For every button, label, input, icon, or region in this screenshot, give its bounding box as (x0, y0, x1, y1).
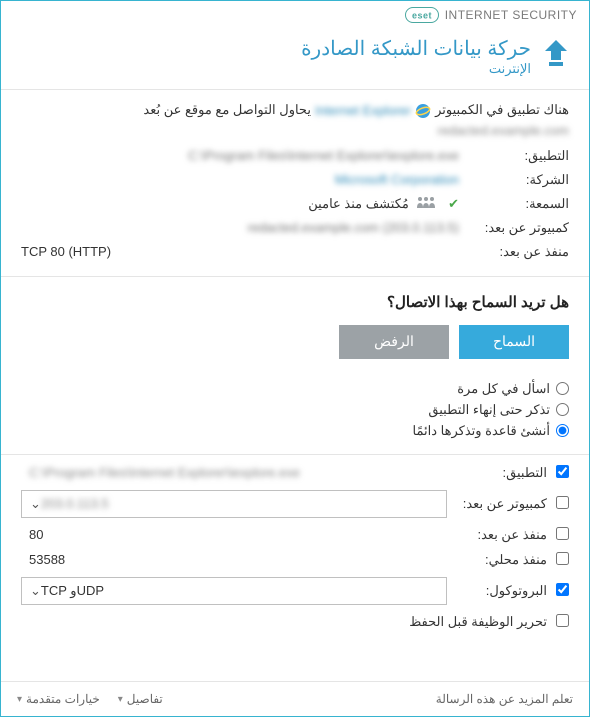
rule-app-value: C:\Program Files\Internet Explorer\iexpl… (21, 465, 447, 480)
check-icon: ✔ (448, 196, 459, 211)
chevron-down-icon: ▾ (118, 694, 123, 705)
details-label: تفاصيل (127, 692, 163, 706)
brand-name: INTERNET SECURITY (445, 8, 577, 22)
reputation-people-icon (413, 196, 437, 211)
chevron-down-icon: ⌄ (30, 583, 41, 599)
rule-edit-before-save-label: تحرير الوظيفة قبل الحفظ (409, 614, 547, 630)
remote-port-label: منفذ عن بعد: (459, 244, 569, 260)
rule-edit-before-save-checkbox[interactable] (556, 614, 569, 627)
rule-protocol-label: البروتوكول: (447, 583, 547, 599)
advanced-label: خيارات متقدمة (26, 692, 100, 706)
radio-create-rule-label: أنشئ قاعدة وتذكرها دائمًا (413, 423, 550, 439)
rule-protocol-dropdown[interactable]: TCP وUDP ⌄ (21, 577, 447, 605)
remote-pc-value: redacted.example.com (203.0.113.5) (248, 220, 460, 235)
radio-remember-label: تذكر حتى إنهاء التطبيق (428, 402, 550, 418)
radio-create-rule-input[interactable] (556, 424, 569, 437)
rule-remote-pc-value: 203.0.113.5 (41, 496, 438, 511)
company-label: الشركة: (459, 172, 569, 188)
rule-local-port-value: 53588 (21, 552, 447, 567)
dialog-title: حركة بيانات الشبكة الصادرة (301, 36, 531, 61)
title-block: حركة بيانات الشبكة الصادرة الإنترنت (1, 30, 589, 89)
allow-button[interactable]: السماح (459, 325, 569, 359)
radio-ask-input[interactable] (556, 382, 569, 395)
radio-ask-label: اسأل في كل مرة (457, 381, 550, 397)
radio-remember-input[interactable] (556, 403, 569, 416)
brand-header: eset INTERNET SECURITY (1, 1, 589, 30)
company-value[interactable]: Microsoft Corporation (335, 172, 459, 187)
radio-create-rule[interactable]: أنشئ قاعدة وتذكرها دائمًا (21, 423, 569, 439)
rule-local-port-checkbox[interactable] (556, 552, 569, 565)
learn-more-link[interactable]: تعلم المزيد عن هذه الرسالة (436, 692, 573, 706)
eset-logo-icon: eset (405, 7, 439, 23)
reputation-value: مُكتشف منذ عامين (308, 196, 409, 211)
rule-app-checkbox[interactable] (556, 465, 569, 478)
question-heading: هل تريد السماح بهذا الاتصال؟ (1, 277, 589, 325)
message-prefix: هناك تطبيق في الكمبيوتر (435, 102, 569, 118)
app-icon (415, 102, 431, 119)
reputation-label: السمعة: (459, 196, 569, 212)
chevron-down-icon: ▾ (17, 694, 22, 705)
deny-button[interactable]: الرفض (339, 325, 449, 359)
details-toggle[interactable]: تفاصيل ▾ (118, 692, 163, 706)
app-value: C:\Program Files\Internet Explorer\iexpl… (188, 148, 459, 163)
rule-remote-port-checkbox[interactable] (556, 527, 569, 540)
rule-app-label: التطبيق: (447, 465, 547, 481)
radio-remember-until-quit[interactable]: تذكر حتى إنهاء التطبيق (21, 402, 569, 418)
remote-pc-label: كمبيوتر عن بعد: (459, 220, 569, 236)
dialog-subtitle: الإنترنت (301, 61, 531, 77)
remote-port-value: TCP 80 (HTTP) (21, 244, 111, 259)
rule-remote-pc-label: كمبيوتر عن بعد: (447, 496, 547, 512)
outbound-arrow-icon (543, 38, 569, 71)
rule-remote-port-value: 80 (21, 527, 447, 542)
rule-protocol-value: TCP وUDP (41, 583, 438, 599)
chevron-down-icon: ⌄ (30, 496, 41, 512)
message-app-name[interactable]: Internet Explorer (315, 103, 411, 118)
svg-text:eset: eset (412, 11, 432, 21)
rule-remote-port-label: منفذ عن بعد: (447, 527, 547, 543)
message-site: redacted.example.com (437, 123, 569, 138)
radio-ask-every-time[interactable]: اسأل في كل مرة (21, 381, 569, 397)
advanced-options-toggle[interactable]: خيارات متقدمة ▾ (17, 692, 100, 706)
rule-remote-pc-checkbox[interactable] (556, 496, 569, 509)
rule-protocol-checkbox[interactable] (556, 583, 569, 596)
app-label: التطبيق: (459, 148, 569, 164)
message-middle: يحاول التواصل مع موقع عن بُعد (143, 102, 311, 118)
footer: تعلم المزيد عن هذه الرسالة تفاصيل ▾ خيار… (1, 681, 589, 716)
rule-local-port-label: منفذ محلي: (447, 552, 547, 568)
learn-more-label: تعلم المزيد عن هذه الرسالة (436, 692, 573, 706)
message-line: هناك تطبيق في الكمبيوتر Internet Explore… (21, 102, 569, 138)
rule-remote-pc-dropdown[interactable]: 203.0.113.5 ⌄ (21, 490, 447, 518)
